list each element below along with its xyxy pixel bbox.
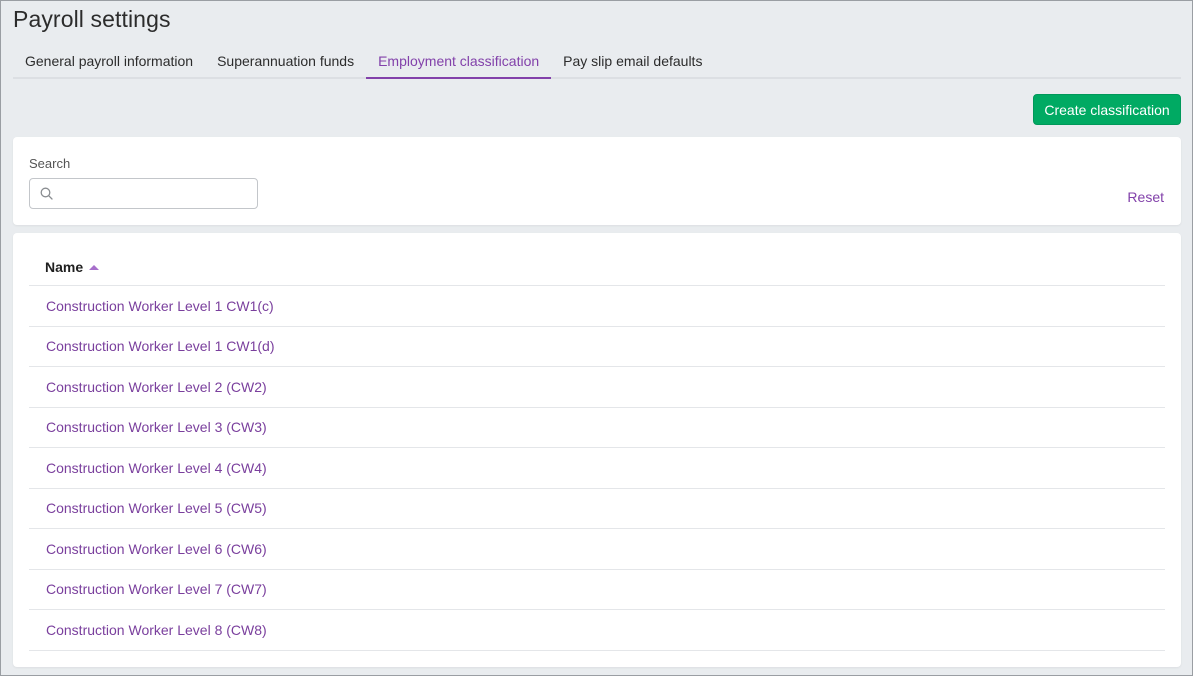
classification-link[interactable]: Construction Worker Level 1 CW1(c) [46, 298, 274, 314]
table-row: Construction Worker Level 1 CW1(d) [29, 327, 1165, 367]
classification-link[interactable]: Construction Worker Level 2 (CW2) [46, 379, 267, 395]
search-icon [40, 187, 53, 200]
classification-link[interactable]: Construction Worker Level 3 (CW3) [46, 419, 267, 435]
tab-general-payroll-information[interactable]: General payroll information [13, 45, 205, 77]
tab-superannuation-funds[interactable]: Superannuation funds [205, 45, 366, 77]
classification-link[interactable]: Construction Worker Level 8 (CW8) [46, 622, 267, 638]
column-header-name-label: Name [45, 259, 84, 275]
classification-link[interactable]: Construction Worker Level 6 (CW6) [46, 541, 267, 557]
table-header: Name [29, 249, 1165, 286]
filter-panel: Search Reset [13, 137, 1181, 225]
classification-link[interactable]: Construction Worker Level 5 (CW5) [46, 500, 267, 516]
tab-bar: General payroll information Superannuati… [13, 45, 1181, 79]
search-field[interactable] [29, 178, 258, 209]
create-classification-button[interactable]: Create classification [1033, 94, 1181, 125]
reset-link[interactable]: Reset [1127, 189, 1164, 205]
tab-pay-slip-email-defaults[interactable]: Pay slip email defaults [551, 45, 714, 77]
classification-link[interactable]: Construction Worker Level 4 (CW4) [46, 460, 267, 476]
table-row: Construction Worker Level 6 (CW6) [29, 529, 1165, 570]
tab-employment-classification[interactable]: Employment classification [366, 45, 552, 79]
page-title: Payroll settings [13, 6, 171, 32]
caret-up-icon [89, 264, 100, 270]
table-row: Construction Worker Level 7 (CW7) [29, 570, 1165, 610]
table-row: Construction Worker Level 5 (CW5) [29, 489, 1165, 529]
classification-link[interactable]: Construction Worker Level 7 (CW7) [46, 581, 267, 597]
table-row: Construction Worker Level 3 (CW3) [29, 408, 1165, 448]
table-row: Construction Worker Level 8 (CW8) [29, 610, 1165, 651]
column-header-name[interactable]: Name [45, 259, 100, 275]
table-row: Construction Worker Level 1 CW1(c) [29, 286, 1165, 327]
table-body: Construction Worker Level 1 CW1(c) Const… [29, 286, 1165, 651]
search-label: Search [29, 156, 71, 171]
search-input[interactable] [58, 179, 253, 208]
classification-table: Name Construction Worker Level 1 CW1(c) … [13, 233, 1181, 667]
table-row: Construction Worker Level 2 (CW2) [29, 367, 1165, 408]
classification-link[interactable]: Construction Worker Level 1 CW1(d) [46, 338, 274, 354]
table-row: Construction Worker Level 4 (CW4) [29, 448, 1165, 489]
